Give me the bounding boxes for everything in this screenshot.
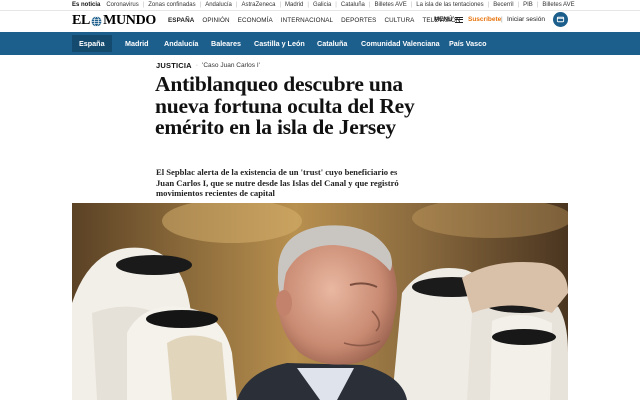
trending-separator: | (487, 2, 490, 8)
trending-link[interactable]: AstraZeneca (241, 2, 275, 8)
trending-separator: | (368, 2, 371, 8)
trending-link[interactable]: Galicia (313, 2, 331, 8)
nav-item-deportes[interactable]: DEPORTES (341, 17, 376, 24)
topic-tag[interactable]: 'Caso Juan Carlos I' (202, 62, 260, 69)
login-link[interactable]: Iniciar sesión (507, 16, 545, 23)
header-separator: | (501, 16, 503, 23)
trending-bar: Es noticia Coronavirus | Zonas confinada… (0, 0, 640, 11)
trending-link[interactable]: Billetes AVE (542, 2, 574, 8)
region-item-pais-vasco[interactable]: País Vasco (449, 32, 487, 55)
site-logo[interactable]: EL MUNDO (72, 13, 156, 29)
article-kicker: JUSTICIA · 'Caso Juan Carlos I' (156, 61, 260, 70)
trending-link[interactable]: La isla de las tentaciones (416, 2, 483, 8)
trending-separator: | (142, 2, 145, 8)
trending-separator: | (536, 2, 539, 8)
trending-separator: | (335, 2, 337, 8)
trending-link[interactable]: PIB (523, 2, 533, 8)
subscribe-link[interactable]: Suscríbete (468, 16, 501, 23)
article-photo (72, 203, 568, 400)
article-lede: El Sepblac alerta de la existencia de un… (156, 167, 399, 198)
user-icon[interactable] (553, 12, 568, 27)
nav-item-cultura[interactable]: CULTURA (384, 17, 414, 24)
logo-text-left: EL (72, 13, 91, 28)
trending-separator: | (199, 2, 202, 8)
photo-illustration (72, 203, 568, 400)
menu-label: MENÚ (434, 16, 453, 23)
region-item-cataluna[interactable]: Cataluña (317, 32, 347, 55)
trending-link[interactable]: Zonas confinadas (148, 2, 195, 8)
trending-link[interactable]: Billetes AVE (374, 2, 406, 8)
nav-item-opinion[interactable]: OPINIÓN (202, 17, 229, 24)
region-item-comunidad-valenciana[interactable]: Comunidad Valenciana (361, 32, 440, 55)
trending-separator: | (517, 2, 520, 8)
kicker-separator: · (195, 62, 199, 69)
region-nav: España Madrid Andalucía Baleares Castill… (0, 32, 640, 55)
globe-icon (91, 15, 102, 27)
trending-link[interactable]: Andalucía (205, 2, 232, 8)
trending-separator: | (307, 2, 309, 8)
logo-text-right: MUNDO (103, 13, 157, 28)
region-item-espana[interactable]: España (72, 35, 112, 52)
trending-link[interactable]: Madrid (285, 2, 303, 8)
region-item-andalucia[interactable]: Andalucía (164, 32, 198, 55)
trending-link[interactable]: Coronavirus (106, 2, 138, 8)
nav-item-internacional[interactable]: INTERNACIONAL (281, 17, 333, 24)
trending-separator: | (410, 2, 413, 8)
article-headline: Antiblanqueo descubre una nueva fortuna … (155, 72, 415, 139)
menu-button[interactable]: MENÚ (434, 16, 463, 23)
region-item-castilla-y-leon[interactable]: Castilla y León (254, 32, 305, 55)
section-label[interactable]: JUSTICIA (156, 61, 192, 70)
nav-item-economia[interactable]: ECONOMÍA (238, 17, 273, 24)
site-header: EL MUNDO ESPAÑA OPINIÓN ECONOMÍA INTERNA… (0, 11, 640, 31)
trending-link[interactable]: Cataluña (341, 2, 365, 8)
trending-separator: | (235, 2, 238, 8)
trending-separator: | (279, 2, 282, 8)
user-glyph-icon (556, 16, 565, 23)
region-item-madrid[interactable]: Madrid (125, 32, 149, 55)
nav-item-espana[interactable]: ESPAÑA (168, 17, 194, 24)
trending-link[interactable]: Becerril (493, 2, 513, 8)
trending-label: Es noticia (72, 2, 101, 8)
region-item-baleares[interactable]: Baleares (211, 32, 241, 55)
main-nav: ESPAÑA OPINIÓN ECONOMÍA INTERNACIONAL DE… (168, 17, 461, 24)
hamburger-icon (454, 16, 463, 23)
